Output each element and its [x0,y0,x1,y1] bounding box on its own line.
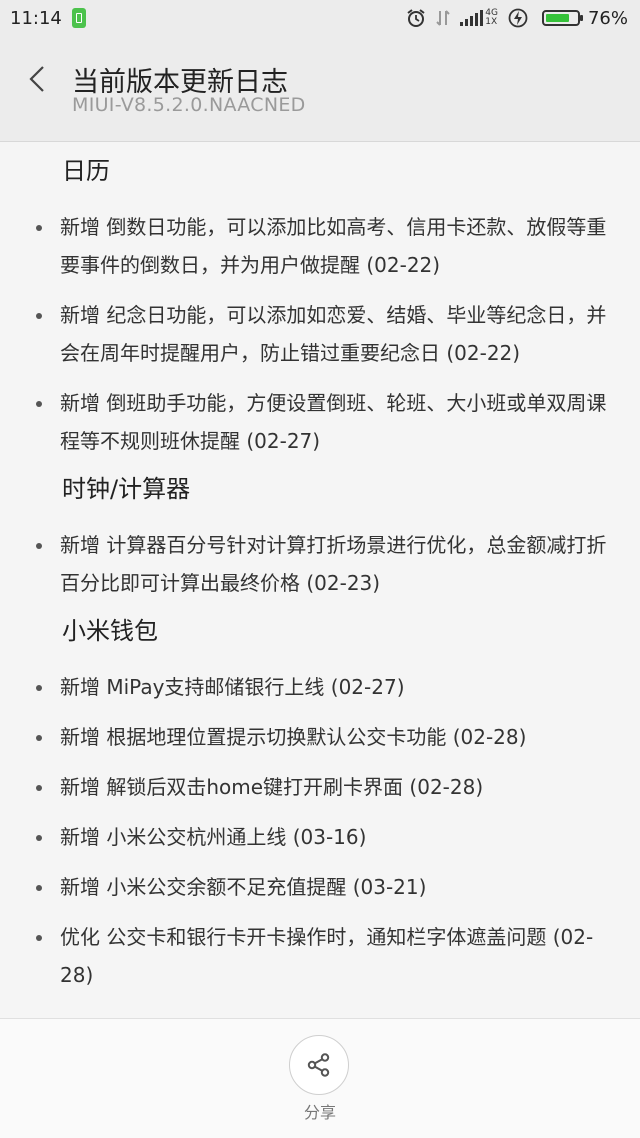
alarm-icon [406,8,426,28]
list-item: 新增 小米公交杭州通上线 (03-16) [0,818,640,856]
section-title: 小米钱包 [62,617,158,645]
signal-icon: 4G 1X [460,9,498,27]
section-title: 时钟/计算器 [62,475,191,503]
battery-percent: 76% [587,7,628,29]
list-item: 新增 倒数日功能，可以添加比如高考、信用卡还款、放假等重要事件的倒数日，并为用户… [0,208,640,284]
list-item: 优化 公交卡和银行卡开卡操作时，通知栏字体遮盖问题 (02-28) [0,918,640,994]
list-item: 新增 根据地理位置提示切换默认公交卡功能 (02-28) [0,718,640,756]
battery-level-fill [545,14,569,22]
list-item: 新增 MiPay支持邮储银行上线 (02-27) [0,668,640,706]
list-item: 新增 计算器百分号针对计算打折场景进行优化，总金额减打折百分比即可计算出最终价格… [0,526,640,602]
battery-saver-icon [71,8,86,28]
status-bar: 11:14 4G 1X 76% [0,0,640,36]
chevron-left-icon [29,66,44,92]
section-calendar: 日历 新增 倒数日功能，可以添加比如高考、信用卡还款、放假等重要事件的倒数日，并… [0,156,640,460]
list-item: 新增 解锁后双击home键打开刷卡界面 (02-28) [0,768,640,806]
list-item: 新增 纪念日功能，可以添加如恋爱、结婚、毕业等纪念日，并会在周年时提醒用户，防止… [0,296,640,372]
page-header: 当前版本更新日志 MIUI-V8.5.2.0.NAACNED [0,36,640,142]
version-subtitle: MIUI-V8.5.2.0.NAACNED [72,94,306,116]
back-button[interactable] [22,62,52,96]
share-label: 分享 [303,1103,336,1122]
list-item: 新增 倒班助手功能，方便设置倒班、轮班、大小班或单双周课程等不规则班休提醒 (0… [0,384,640,460]
share-icon [307,1053,330,1077]
data-transfer-icon [436,9,450,27]
list-item: 新增 小米公交余额不足充值提醒 (03-21) [0,868,640,906]
bottom-bar: 分享 [0,1018,640,1138]
changelog-content[interactable]: 日历 新增 倒数日功能，可以添加比如高考、信用卡还款、放假等重要事件的倒数日，并… [0,142,640,1018]
section-title: 日历 [62,157,110,185]
section-clock-calculator: 时钟/计算器 新增 计算器百分号针对计算打折场景进行优化，总金额减打折百分比即可… [0,474,640,602]
net-sim-label: 1X [485,17,498,27]
status-time: 11:14 [10,7,62,29]
charging-icon [508,8,528,28]
battery-icon [541,10,583,26]
section-mi-wallet: 小米钱包 新增 MiPay支持邮储银行上线 (02-27) 新增 根据地理位置提… [0,616,640,994]
share-button[interactable] [289,1035,349,1095]
